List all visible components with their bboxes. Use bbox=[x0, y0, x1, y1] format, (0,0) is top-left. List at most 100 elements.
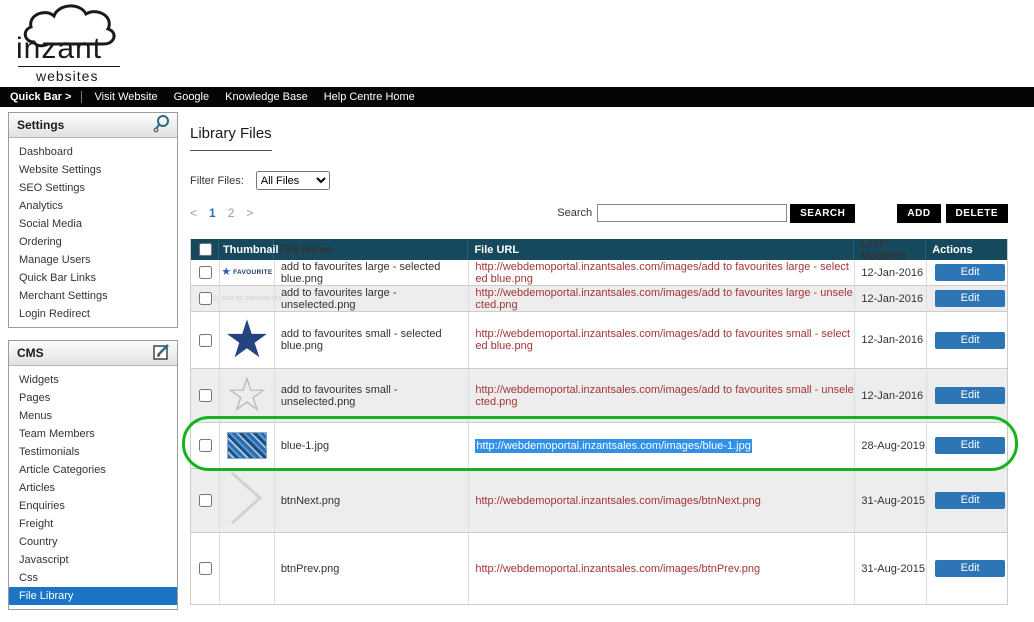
sidebar-item-widgets[interactable]: Widgets bbox=[9, 371, 177, 389]
nav-help-centre-home[interactable]: Help Centre Home bbox=[324, 91, 415, 103]
nav-google[interactable]: Google bbox=[174, 91, 209, 103]
edit-button[interactable]: Edit bbox=[935, 437, 1006, 454]
last-modified: 31-Aug-2015 bbox=[854, 469, 926, 532]
sidebar-item-team-members[interactable]: Team Members bbox=[9, 425, 177, 443]
sidebar-item-social-media[interactable]: Social Media bbox=[9, 215, 177, 233]
cms-panel-title: CMS bbox=[17, 346, 44, 360]
sidebar-item-freight[interactable]: Freight bbox=[9, 515, 177, 533]
sidebar-item-articles[interactable]: Articles bbox=[9, 479, 177, 497]
search-input[interactable] bbox=[597, 204, 788, 222]
search-button[interactable]: SEARCH bbox=[790, 203, 856, 223]
top-navbar: Quick Bar > Visit Website Google Knowled… bbox=[0, 87, 1034, 107]
search-label: Search bbox=[557, 207, 593, 219]
file-url[interactable]: http://webdemoportal.inzantsales.com/ima… bbox=[468, 260, 854, 285]
file-url[interactable]: http://webdemoportal.inzantsales.com/ima… bbox=[468, 423, 854, 468]
file-name: add to favourites small - unselected.png bbox=[273, 369, 469, 422]
table-row: btnPrev.png http://webdemoportal.inzants… bbox=[191, 533, 1007, 605]
add-to-favourites-badge-icon: ☆ ADD TO FAVOURITES bbox=[211, 293, 282, 303]
sidebar-item-pages[interactable]: Pages bbox=[9, 389, 177, 407]
settings-search-icon[interactable] bbox=[152, 114, 172, 137]
settings-panel-header: Settings bbox=[9, 113, 177, 138]
last-modified: 12-Jan-2016 bbox=[854, 260, 926, 285]
select-all-checkbox[interactable] bbox=[199, 243, 212, 256]
sidebar-item-country[interactable]: Country bbox=[9, 533, 177, 551]
chevron-right-grey-icon bbox=[229, 470, 265, 531]
pagination-page-1[interactable]: 1 bbox=[209, 206, 216, 220]
sidebar-item-article-categories[interactable]: Article Categories bbox=[9, 461, 177, 479]
search-group: Search SEARCH bbox=[557, 203, 856, 223]
edit-button[interactable]: Edit bbox=[935, 560, 1006, 577]
edit-button[interactable]: Edit bbox=[935, 492, 1006, 509]
pagination-prev-icon[interactable]: < bbox=[190, 206, 197, 220]
file-url[interactable]: http://webdemoportal.inzantsales.com/ima… bbox=[468, 286, 854, 311]
file-name: add to favourites large - unselected.png bbox=[273, 286, 468, 311]
row-checkbox[interactable] bbox=[199, 439, 212, 452]
header-last-modified: Last Modified bbox=[854, 238, 927, 262]
sidebar-item-file-library[interactable]: File Library bbox=[9, 587, 177, 605]
favourite-star-badge-icon: ★ FAVOURITE bbox=[221, 266, 273, 278]
table-row: ☆ ADD TO FAVOURITES add to favourites la… bbox=[191, 286, 1007, 312]
blue-image-thumbnail bbox=[226, 432, 267, 459]
header-file-name: File Name bbox=[274, 239, 469, 260]
row-checkbox[interactable] bbox=[199, 562, 212, 575]
sidebar-item-quick-bar-links[interactable]: Quick Bar Links bbox=[9, 269, 177, 287]
file-url[interactable]: http://webdemoportal.inzantsales.com/ima… bbox=[468, 312, 854, 368]
sidebar-item-merchant-settings[interactable]: Merchant Settings bbox=[9, 287, 177, 305]
controls-row: < 1 2 > Search SEARCH ADD DELETE bbox=[190, 203, 1008, 223]
sidebar-item-login-redirect[interactable]: Login Redirect bbox=[9, 305, 177, 323]
table-row: btnNext.png http://webdemoportal.inzants… bbox=[191, 469, 1007, 533]
file-url[interactable]: http://webdemoportal.inzantsales.com/ima… bbox=[468, 533, 854, 604]
nav-knowledge-base[interactable]: Knowledge Base bbox=[225, 91, 308, 103]
filter-files-label: Filter Files: bbox=[190, 174, 244, 187]
add-delete-group: ADD DELETE bbox=[897, 203, 1008, 223]
sidebar-item-analytics[interactable]: Analytics bbox=[9, 197, 177, 215]
selected-url-text: http://webdemoportal.inzantsales.com/ima… bbox=[475, 438, 752, 453]
file-name: btnPrev.png bbox=[273, 533, 469, 604]
edit-button[interactable]: Edit bbox=[935, 290, 1006, 307]
file-url[interactable]: http://webdemoportal.inzantsales.com/ima… bbox=[468, 369, 854, 422]
table-row: ★ FAVOURITE add to favourites large - se… bbox=[191, 260, 1007, 286]
sidebar-item-website-settings[interactable]: Website Settings bbox=[9, 161, 177, 179]
filter-files-select[interactable]: All Files bbox=[255, 171, 330, 190]
sidebar-item-ordering[interactable]: Ordering bbox=[9, 233, 177, 251]
edit-button[interactable]: Edit bbox=[935, 264, 1006, 281]
inzant-logo: inzant websites bbox=[14, 2, 144, 86]
file-name: blue-1.jpg bbox=[273, 423, 469, 468]
table-header-row: Thumbnail File Name File URL Last Modifi… bbox=[191, 238, 1007, 262]
sidebar-item-testimonials[interactable]: Testimonials bbox=[9, 443, 177, 461]
nav-visit-website[interactable]: Visit Website bbox=[94, 91, 157, 103]
file-name: add to favourites small - selected blue.… bbox=[273, 312, 469, 368]
edit-button[interactable]: Edit bbox=[935, 331, 1006, 349]
header-file-url: File URL bbox=[468, 239, 855, 260]
nav-quick-bar[interactable]: Quick Bar > bbox=[10, 91, 71, 103]
row-checkbox[interactable] bbox=[199, 266, 212, 279]
row-checkbox[interactable] bbox=[199, 494, 212, 507]
settings-panel-title: Settings bbox=[17, 118, 65, 132]
sidebar-item-enquiries[interactable]: Enquiries bbox=[9, 497, 177, 515]
delete-button[interactable]: DELETE bbox=[945, 203, 1008, 223]
pagination-page-2[interactable]: 2 bbox=[228, 206, 235, 220]
row-checkbox[interactable] bbox=[199, 389, 212, 402]
table-row: ☆ add to favourites small - unselected.p… bbox=[191, 369, 1007, 423]
nav-divider bbox=[81, 91, 83, 103]
sidebar-item-javascript[interactable]: Javascript bbox=[9, 551, 177, 569]
cms-panel: CMS Widgets Pages Menus Team Members Tes… bbox=[8, 340, 178, 610]
edit-icon[interactable] bbox=[152, 342, 172, 365]
settings-panel: Settings Dashboard Website Settings SEO … bbox=[8, 112, 178, 328]
cms-panel-items: Widgets Pages Menus Team Members Testimo… bbox=[9, 366, 177, 609]
edit-button[interactable]: Edit bbox=[935, 387, 1006, 404]
row-checkbox[interactable] bbox=[199, 333, 212, 347]
sidebar-item-manage-users[interactable]: Manage Users bbox=[9, 251, 177, 269]
file-url[interactable]: http://webdemoportal.inzantsales.com/ima… bbox=[468, 469, 854, 532]
sidebar-item-dashboard[interactable]: Dashboard bbox=[9, 143, 177, 161]
library-files-table: Thumbnail File Name File URL Last Modifi… bbox=[182, 238, 1018, 605]
sidebar-item-seo-settings[interactable]: SEO Settings bbox=[9, 179, 177, 197]
add-button[interactable]: ADD bbox=[897, 203, 941, 223]
sidebar-item-menus[interactable]: Menus bbox=[9, 407, 177, 425]
last-modified: 31-Aug-2015 bbox=[854, 533, 926, 604]
pagination-next-icon[interactable]: > bbox=[246, 206, 253, 220]
sidebar-item-css[interactable]: Css bbox=[9, 569, 177, 587]
logo-brand-text: inzant bbox=[16, 32, 103, 65]
row-checkbox[interactable] bbox=[199, 292, 212, 305]
sidebar: Settings Dashboard Website Settings SEO … bbox=[8, 112, 178, 622]
